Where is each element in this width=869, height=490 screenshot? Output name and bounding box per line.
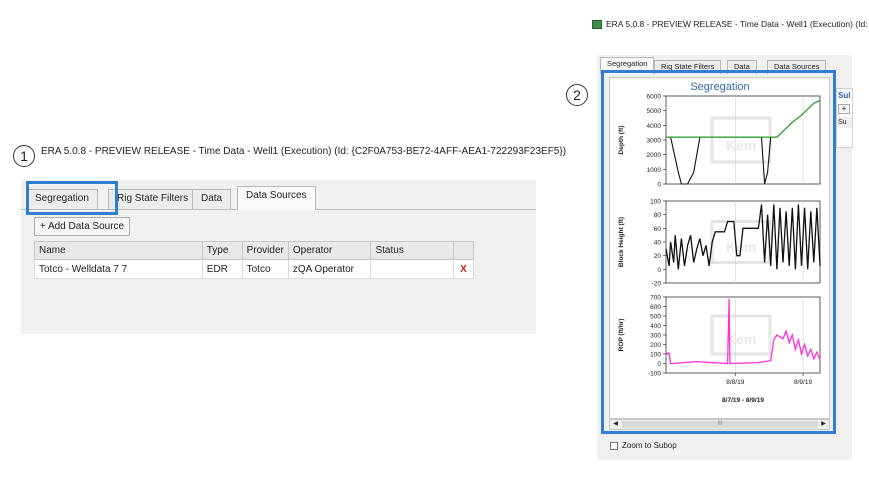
zoom-checkbox-label: Zoom to Subop (622, 441, 677, 450)
column-header-operator[interactable]: Operator (287, 241, 372, 260)
table-row[interactable]: Totco - Welldata 7 7 EDR Totco zQA Opera… (34, 259, 474, 279)
column-header-provider[interactable]: Provider (241, 241, 289, 260)
subop-side-panel: Sul + Su (836, 88, 853, 148)
side-add-button[interactable]: + (838, 104, 850, 114)
table-header-row: Name Type Provider Operator Status (34, 241, 474, 260)
column-header-status[interactable]: Status (370, 241, 454, 260)
window2-title: ERA 5.0.8 - PREVIEW RELEASE - Time Data … (606, 19, 869, 29)
cell-type: EDR (201, 259, 243, 279)
data-sources-table: Name Type Provider Operator Status Totco… (34, 241, 474, 279)
tab-data-sources[interactable]: Data Sources (237, 186, 316, 210)
cell-provider: Totco (241, 259, 289, 279)
segregation-tab-highlight (26, 181, 118, 215)
tab-rig-state-filters[interactable]: Rig State Filters (108, 189, 198, 209)
cell-name: Totco - Welldata 7 7 (34, 259, 203, 279)
app-icon (592, 20, 602, 29)
window1-title: ERA 5.0.8 - PREVIEW RELEASE - Time Data … (41, 146, 567, 157)
column-header-name[interactable]: Name (34, 241, 203, 260)
callout-2: 2 (566, 84, 588, 106)
zoom-checkbox[interactable] (610, 441, 618, 450)
delete-icon[interactable]: X (453, 259, 474, 279)
tab-data[interactable]: Data (192, 189, 232, 209)
add-data-source-button[interactable]: + Add Data Source (34, 217, 130, 236)
column-header-actions (453, 241, 474, 260)
side-panel-cell: Su (837, 117, 852, 128)
segregation-chart-highlight (601, 70, 836, 434)
column-header-type[interactable]: Type (201, 241, 243, 260)
callout-1: 1 (13, 145, 35, 167)
side-panel-header: Sul (838, 91, 851, 100)
cell-status (370, 259, 454, 279)
cell-operator: zQA Operator (287, 259, 372, 279)
zoom-to-subop-row[interactable]: Zoom to Subop (610, 441, 677, 450)
